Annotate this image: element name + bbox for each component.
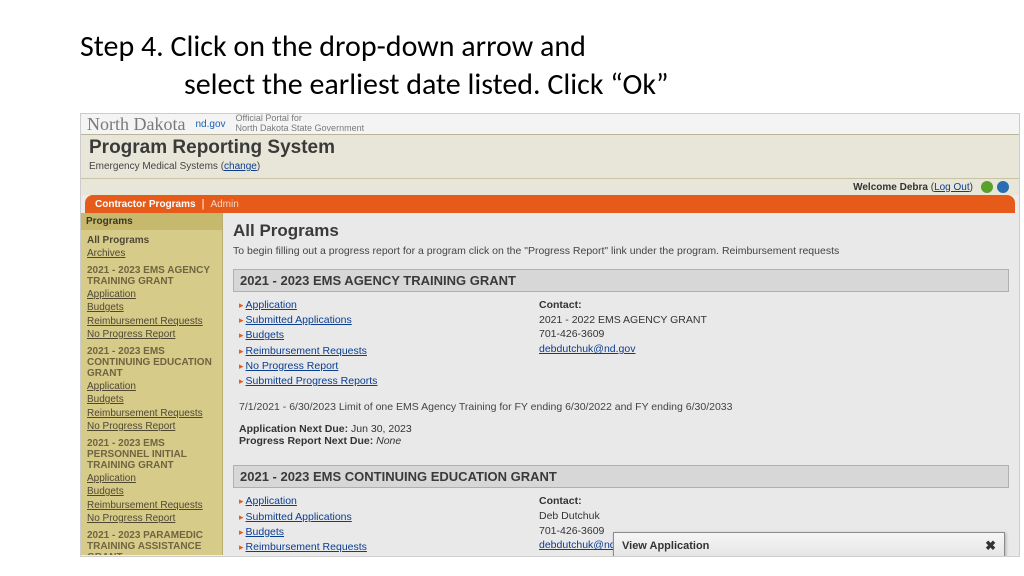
- sidebar-item[interactable]: Reimbursement Requests: [85, 407, 222, 421]
- sidebar-item[interactable]: Budgets: [85, 393, 222, 407]
- step-title: Step 4. Click on the drop-down arrow and…: [80, 28, 944, 103]
- grant-contact: Contact: 2021 - 2022 EMS AGENCY GRANT 70…: [539, 298, 707, 389]
- grant-links: Application Submitted Applications Budge…: [239, 494, 499, 555]
- portal-domain: nd.gov: [195, 119, 225, 130]
- tab-admin[interactable]: Admin: [210, 199, 238, 210]
- grant-note: 7/1/2021 - 6/30/2023 Limit of one EMS Ag…: [233, 391, 1009, 415]
- grant-links: Application Submitted Applications Budge…: [239, 298, 499, 389]
- sidebar-item[interactable]: Reimbursement Requests: [85, 499, 222, 513]
- grant-due: Application Next Due: Jun 30, 2023 Progr…: [233, 415, 1009, 449]
- sidebar-item[interactable]: No Progress Report: [85, 328, 222, 342]
- sidebar-item[interactable]: Budgets: [85, 301, 222, 315]
- grant-link[interactable]: No Progress Report: [239, 359, 499, 374]
- sidebar: Programs All Programs Archives 2021 - 20…: [81, 213, 223, 555]
- refresh-icon[interactable]: [981, 181, 993, 193]
- grant-link[interactable]: Budgets: [239, 328, 499, 343]
- contact-email[interactable]: debdutchuk@nd.gov: [539, 343, 635, 355]
- sidebar-grant-title: 2021 - 2023 EMS CONTINUING EDUCATION GRA…: [85, 342, 222, 380]
- welcome-bar: Welcome Debra ( Log Out): [81, 179, 1019, 195]
- portal-tag: Official Portal forNorth Dakota State Go…: [236, 114, 365, 134]
- sidebar-grant-title: 2021 - 2023 EMS AGENCY TRAINING GRANT: [85, 261, 222, 288]
- system-title: Program Reporting System: [89, 137, 1011, 159]
- grant-link[interactable]: Budgets: [239, 525, 499, 540]
- grant-link[interactable]: Submitted Applications: [239, 510, 499, 525]
- system-header: Program Reporting System Emergency Medic…: [81, 134, 1019, 179]
- portal-bar: North Dakota nd.gov Official Portal forN…: [81, 114, 1019, 134]
- step-line2: select the earliest date listed. Click “…: [80, 66, 944, 104]
- sidebar-item[interactable]: Application: [85, 472, 222, 486]
- grant-heading: 2021 - 2023 EMS CONTINUING EDUCATION GRA…: [233, 465, 1009, 488]
- sidebar-item[interactable]: Budgets: [85, 485, 222, 499]
- grant-heading: 2021 - 2023 EMS AGENCY TRAINING GRANT: [233, 269, 1009, 292]
- sidebar-grant-title: 2021 - 2023 PARAMEDIC TRAINING ASSISTANC…: [85, 526, 222, 556]
- logout-link[interactable]: Log Out: [934, 182, 970, 193]
- grant-link[interactable]: Submitted Applications: [239, 313, 499, 328]
- grant-block: 2021 - 2023 EMS AGENCY TRAINING GRANT Ap…: [233, 269, 1009, 449]
- screenshot-frame: North Dakota nd.gov Official Portal forN…: [80, 113, 1020, 557]
- grant-link[interactable]: Reimbursement Requests: [239, 540, 499, 555]
- sidebar-item[interactable]: Reimbursement Requests: [85, 315, 222, 329]
- state-brand: North Dakota: [87, 114, 185, 135]
- sidebar-archives[interactable]: Archives: [85, 247, 222, 261]
- change-link[interactable]: change: [224, 161, 257, 172]
- page-instructions: To begin filling out a progress report f…: [233, 245, 1009, 257]
- sidebar-grant-title: 2021 - 2023 EMS PERSONNEL INITIAL TRAINI…: [85, 434, 222, 472]
- view-application-dialog: View Application ✖ Select an application…: [613, 532, 1005, 557]
- page-title: All Programs: [233, 221, 1009, 241]
- step-line1: Step 4. Click on the drop-down arrow and: [80, 28, 586, 65]
- sidebar-item[interactable]: No Progress Report: [85, 420, 222, 434]
- sidebar-all-programs[interactable]: All Programs: [85, 234, 222, 247]
- grant-link[interactable]: Application: [239, 494, 499, 509]
- sidebar-header: Programs: [81, 213, 222, 230]
- dialog-title-bar: View Application ✖: [614, 533, 1004, 557]
- grant-link[interactable]: Application: [239, 298, 499, 313]
- main-content: All Programs To begin filling out a prog…: [223, 213, 1019, 555]
- close-icon[interactable]: ✖: [985, 538, 996, 554]
- help-icon[interactable]: [997, 181, 1009, 193]
- grant-link[interactable]: Submitted Progress Reports: [239, 374, 499, 389]
- dialog-title: View Application: [622, 540, 709, 552]
- sidebar-item[interactable]: Application: [85, 380, 222, 394]
- welcome-text: Welcome Debra: [853, 182, 928, 193]
- tab-bar: Contractor Programs | Admin: [85, 195, 1015, 213]
- sidebar-item[interactable]: No Progress Report: [85, 512, 222, 526]
- sidebar-item[interactable]: Application: [85, 288, 222, 302]
- tab-contractor-programs[interactable]: Contractor Programs: [95, 199, 196, 210]
- system-subtitle: Emergency Medical Systems (change): [89, 161, 1011, 172]
- grant-link[interactable]: Reimbursement Requests: [239, 344, 499, 359]
